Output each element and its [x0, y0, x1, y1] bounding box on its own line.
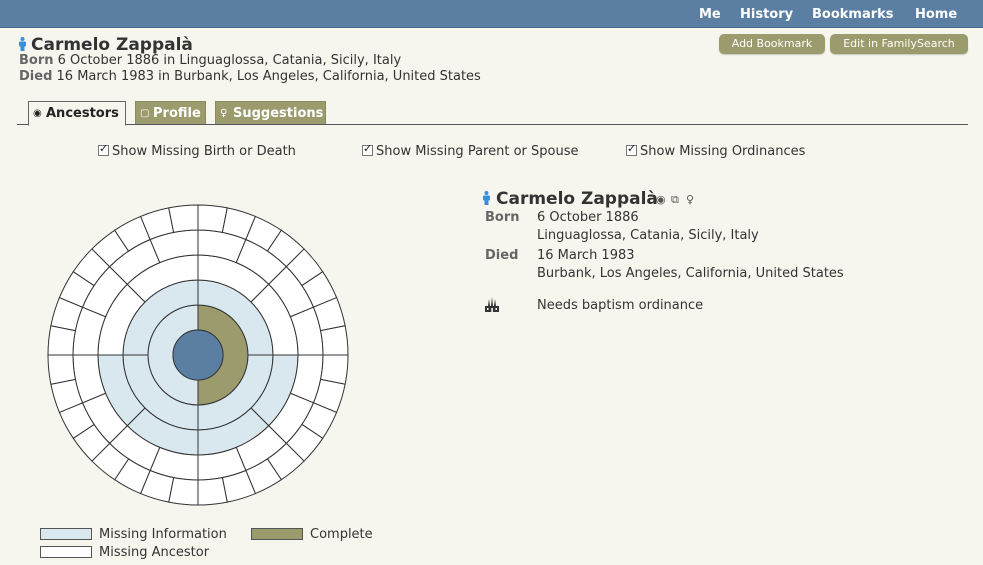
option-label: Show Missing Ordinances	[640, 144, 806, 159]
legend-swatch-complete	[251, 528, 303, 540]
detail-died-place: Burbank, Los Angeles, California, United…	[537, 266, 844, 281]
male-person-icon	[482, 191, 491, 205]
fan-segment-gen5-31[interactable]	[168, 204, 199, 233]
fan-segment-gen5-23[interactable]	[47, 354, 76, 385]
detail-born-date: 6 October 1886	[537, 210, 639, 225]
detail-died-label: Died	[485, 248, 519, 263]
legend-swatch-missing-ancestor	[40, 546, 92, 558]
checkbox-checked-icon[interactable]	[626, 142, 637, 156]
nav-history-link[interactable]: History	[740, 7, 793, 22]
document-icon: ▢	[140, 108, 150, 119]
option-missing-ordinances[interactable]: Show Missing Ordinances	[626, 142, 806, 159]
fan-root-person[interactable]	[172, 329, 224, 381]
checkbox-checked-icon[interactable]	[98, 142, 109, 156]
tab-suggestions-label: Suggestions	[233, 106, 324, 121]
header-born-label: Born	[19, 53, 54, 68]
legend-missing-ancestor: Missing Ancestor	[99, 545, 210, 560]
option-label: Show Missing Birth or Death	[112, 144, 296, 159]
top-nav-bar: Me History Bookmarks Home	[0, 0, 983, 28]
option-label: Show Missing Parent or Spouse	[376, 144, 579, 159]
legend-complete: Complete	[310, 527, 373, 542]
nav-home-link[interactable]: Home	[915, 7, 957, 22]
detail-born-place: Linguaglossa, Catania, Sicily, Italy	[537, 228, 759, 243]
tab-suggestions[interactable]: ♀ Suggestions	[215, 101, 326, 125]
legend-missing-info: Missing Information	[99, 527, 227, 542]
ordinance-status: Needs baptism ordinance	[537, 298, 704, 313]
tab-ancestors-label: Ancestors	[46, 106, 119, 121]
add-bookmark-button[interactable]: Add Bookmark	[719, 34, 825, 54]
male-person-icon	[18, 37, 27, 51]
header-person-name: Carmelo Zappalà	[31, 35, 193, 55]
nav-bookmarks-link[interactable]: Bookmarks	[812, 7, 894, 22]
tab-ancestors[interactable]: ◉ Ancestors	[28, 101, 126, 126]
radio-icon: ◉	[33, 108, 42, 119]
temple-icon	[484, 297, 500, 317]
fan-segment-gen5-7[interactable]	[320, 325, 349, 356]
checkbox-checked-icon[interactable]	[362, 142, 373, 156]
detail-born-label: Born	[485, 210, 520, 225]
tab-profile-label: Profile	[153, 106, 201, 121]
ancestor-fan-chart	[47, 204, 349, 506]
header-died-text: 16 March 1983 in Burbank, Los Angeles, C…	[56, 69, 481, 84]
detail-person-name: Carmelo Zappalà	[496, 189, 658, 209]
header-born-line: Born 6 October 1886 in Linguaglossa, Cat…	[19, 53, 401, 68]
tab-divider	[17, 124, 968, 125]
profile-icon[interactable]: ⧉	[671, 193, 679, 207]
lightbulb-icon: ♀	[220, 108, 228, 119]
detail-died-date: 16 March 1983	[537, 248, 635, 263]
edit-in-familysearch-button[interactable]: Edit in FamilySearch	[830, 34, 968, 54]
header-died-line: Died 16 March 1983 in Burbank, Los Angel…	[19, 69, 481, 84]
nav-me-link[interactable]: Me	[699, 7, 721, 22]
tab-profile[interactable]: ▢ Profile	[135, 101, 206, 125]
header-born-text: 6 October 1886 in Linguaglossa, Catania,…	[57, 53, 402, 68]
page-title: Carmelo Zappalà	[18, 35, 193, 55]
detail-title: Carmelo Zappalà	[482, 189, 658, 209]
legend-swatch-missing-info	[40, 528, 92, 540]
ancestors-view-icon[interactable]: ◉	[656, 193, 666, 206]
suggestions-icon[interactable]: ♀	[686, 193, 694, 206]
option-missing-birth-death[interactable]: Show Missing Birth or Death	[98, 142, 296, 159]
option-missing-parent-spouse[interactable]: Show Missing Parent or Spouse	[362, 142, 579, 159]
fan-segment-gen5-15[interactable]	[197, 477, 228, 506]
header-died-label: Died	[19, 69, 53, 84]
